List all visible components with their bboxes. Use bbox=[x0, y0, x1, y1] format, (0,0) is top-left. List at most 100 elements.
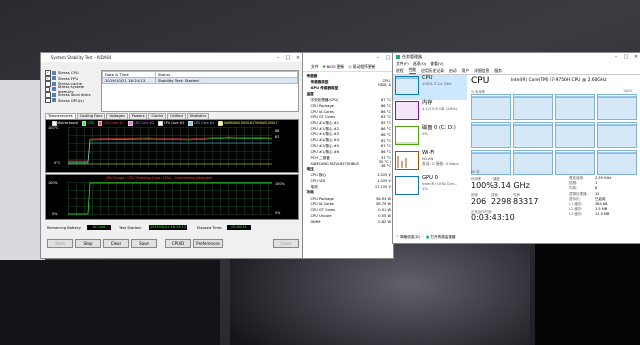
sidebar-item-text: GPU 0 Intel(R) UHD Gra... 1% bbox=[422, 175, 457, 191]
sensor-name: DIMM bbox=[310, 219, 321, 224]
legend-checkbox[interactable] bbox=[52, 121, 57, 126]
maximize-icon[interactable]: □ bbox=[283, 55, 293, 61]
legend-item[interactable]: CPU Core #4 bbox=[188, 121, 214, 126]
legend-item[interactable]: CPU bbox=[81, 121, 94, 126]
stress-option[interactable]: Stress system memory bbox=[45, 84, 100, 94]
maximize-icon[interactable]: □ bbox=[621, 54, 631, 60]
sensor-titlebar[interactable]: – □ bbox=[303, 53, 393, 62]
legend-item[interactable]: SAMSUNG MZVLB1T0HBLR-000L7 bbox=[218, 121, 278, 126]
sensor-name: CPU #1/核心 #4 bbox=[310, 138, 340, 143]
sidebar-item[interactable]: 内存 4.1/15.8 GB (26%) bbox=[393, 100, 467, 125]
cpuid-button[interactable]: CPUID bbox=[165, 239, 191, 248]
sensor-value: 63 °C bbox=[380, 115, 391, 120]
legend-checkbox[interactable] bbox=[128, 121, 133, 126]
checkbox[interactable] bbox=[45, 97, 51, 103]
cpu-specs: 基准速度: 2.59 GHz 插槽: 1 内核: 6 逻辑处理器: 12 虚拟化: 已启用 L1 缓… bbox=[569, 176, 635, 218]
tab[interactable]: 性能 bbox=[408, 67, 417, 74]
sensor-value: 1.025 V bbox=[377, 173, 391, 178]
usage-axis-top: 100% bbox=[48, 181, 58, 185]
cpu-name: Intel(R) Core(TM) i7-9750H CPU @ 2.60GHz bbox=[511, 78, 607, 83]
legend-item[interactable]: CPU Core #3 bbox=[158, 121, 184, 126]
fewer-details-link[interactable]: 简略信息(D) bbox=[400, 235, 420, 240]
stat-utilization-value: 100% bbox=[471, 181, 494, 190]
sensor-value: 35 °C / 36 °C bbox=[378, 159, 391, 168]
menu-item[interactable]: 查看(V) bbox=[430, 61, 443, 67]
stability-titlebar[interactable]: System Stability Test - AIDA64 – □ × bbox=[41, 53, 303, 62]
stat-processes-value: 206 bbox=[471, 197, 487, 206]
device-icon bbox=[52, 81, 56, 86]
sensor-value: 1.025 V bbox=[377, 179, 391, 184]
log-cell-status: Stability Test: Started bbox=[155, 77, 298, 84]
clear-button[interactable]: Clear bbox=[103, 239, 129, 248]
sidebar-item[interactable]: 磁盘 0 (C: D:) 0% bbox=[393, 125, 467, 150]
toolbar-file[interactable]: 文件 bbox=[311, 64, 319, 70]
sensor-value: 85 °C bbox=[380, 121, 391, 126]
toolbar-bios-update[interactable]: BIOS 更新 bbox=[327, 64, 345, 70]
temp-value-1: 86 bbox=[275, 129, 280, 133]
sensor-name: SAMSUNG MZVLB1T0HBLR bbox=[310, 161, 359, 166]
cpu-core-graphs bbox=[471, 94, 637, 176]
sidebar-item-text: 磁盘 0 (C: D:) 0% bbox=[422, 125, 456, 136]
preferences-button[interactable]: Preferences bbox=[193, 239, 223, 248]
stress-option-label: Stress local disks bbox=[58, 92, 91, 98]
legend-checkbox[interactable] bbox=[158, 121, 163, 126]
start-button[interactable]: Start bbox=[47, 239, 73, 248]
legend-item[interactable]: CPU Core #1 bbox=[97, 121, 124, 126]
sensor-toolbar: 文件 ▼ BIOS 更新 ◎ 驱动程序更新 bbox=[303, 62, 393, 72]
toolbar-driver-update[interactable]: 驱动程序更新 bbox=[353, 64, 376, 70]
log-table: Date & Time Status 2019/10/21 16:24:13 S… bbox=[101, 70, 299, 112]
usage-title: CPU Usage | CPU Throttling (max: 19%) - … bbox=[106, 176, 213, 180]
sidebar-item[interactable]: Wi-Fi WLAN 发送: 0 接收: 0 Kbps bbox=[393, 150, 467, 175]
sensor-name: CPU VID bbox=[310, 179, 326, 184]
open-resource-monitor-link[interactable]: 打开资源监视器 bbox=[430, 235, 455, 240]
usage-value-2: 0% bbox=[275, 211, 281, 215]
sidebar-item-text: 内存 4.1/15.8 GB (26%) bbox=[422, 100, 458, 111]
sensor-value: 56.79 W bbox=[376, 202, 391, 207]
close-button[interactable]: Close bbox=[273, 239, 299, 248]
spec-label: L3 缓存: bbox=[569, 212, 583, 217]
minimize-icon[interactable]: – bbox=[373, 55, 383, 61]
sidebar-item-detail: 4.1/15.8 GB (26%) bbox=[422, 106, 458, 111]
menu-item[interactable]: 文件(F) bbox=[396, 61, 409, 67]
tab[interactable]: 应用历史记录 bbox=[421, 68, 444, 74]
usage-line bbox=[68, 182, 272, 215]
core-graph bbox=[597, 94, 637, 120]
sensor-window[interactable]: – □ 文件 ▼ BIOS 更新 ◎ 驱动程序更新 传感器 传感器类型 CPU, H… bbox=[302, 52, 394, 259]
legend-item[interactable]: CPU Core #2 bbox=[128, 121, 154, 126]
legend-label: CPU Core #3 bbox=[163, 121, 185, 126]
taskman-title: 任务管理器 bbox=[402, 54, 422, 59]
usage-value-1: 100% bbox=[275, 182, 285, 186]
stability-test-window[interactable]: System Stability Test - AIDA64 – □ × ✓ St… bbox=[40, 52, 304, 259]
stop-button[interactable]: Stop bbox=[75, 239, 101, 248]
tab[interactable]: 详细信息 bbox=[474, 68, 489, 74]
legend-item[interactable]: Motherboard bbox=[52, 121, 78, 126]
tab[interactable]: 启动 bbox=[449, 68, 457, 74]
chevron-up-icon: ⌃ bbox=[396, 235, 400, 239]
task-manager-window[interactable]: 任务管理器 – □ × 文件(F) 选项(O) 查看(V) 进程 性能 应用历史记录 启动… bbox=[392, 52, 640, 244]
tab[interactable]: 用户 bbox=[462, 68, 470, 74]
legend-checkbox[interactable] bbox=[188, 121, 193, 126]
legend-checkbox[interactable] bbox=[97, 121, 103, 126]
sensor-value: 87 °C bbox=[380, 98, 391, 103]
stress-option-label: Stress CPU bbox=[58, 70, 79, 76]
minimize-icon[interactable]: – bbox=[273, 55, 283, 61]
legend-checkbox[interactable] bbox=[81, 121, 87, 126]
tab[interactable]: 服务 bbox=[494, 68, 502, 74]
tab[interactable]: 进程 bbox=[396, 68, 404, 74]
sensor-name: CPU Uncore bbox=[310, 214, 332, 219]
minimize-icon[interactable]: – bbox=[611, 54, 621, 60]
stress-options: ✓ Stress CPU ✓ Stress FPU Stress cache Stress… bbox=[45, 70, 100, 103]
close-icon[interactable]: × bbox=[631, 54, 640, 60]
sensor-name: PCH 二极管 bbox=[310, 155, 330, 160]
sidebar-item[interactable]: GPU 0 Intel(R) UHD Gra... 1% bbox=[393, 175, 467, 200]
save-button[interactable]: Save bbox=[131, 239, 157, 248]
taskman-titlebar[interactable]: 任务管理器 – □ × bbox=[393, 53, 640, 61]
sensor-row: DIMM 0.82 W bbox=[303, 219, 393, 225]
stability-title: System Stability Test - AIDA64 bbox=[51, 55, 112, 60]
legend-checkbox[interactable] bbox=[218, 121, 223, 126]
sidebar-item-detail-2: 1% bbox=[422, 186, 429, 191]
sensor-name: CPU GT Cores bbox=[310, 115, 336, 120]
sidebar-item[interactable]: CPU 100% 3.14 GHz bbox=[393, 75, 467, 100]
sensor-value: 82 °C bbox=[380, 138, 391, 143]
stress-option[interactable]: Stress GPU(s) bbox=[45, 97, 100, 103]
